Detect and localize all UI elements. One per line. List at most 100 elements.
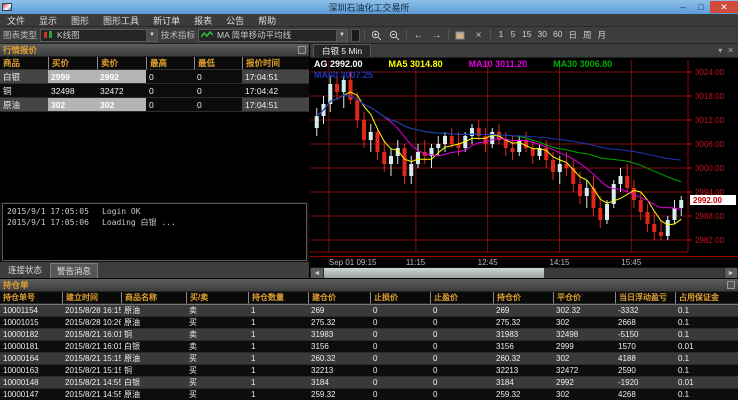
positions-cell: 32213 xyxy=(493,365,553,377)
quote-row[interactable]: 铜32498324720017:04:42 xyxy=(0,84,309,98)
quote-cell: 白银 xyxy=(0,70,48,84)
quote-cell: 0 xyxy=(194,84,242,98)
positions-cell: 2015/8/21 16:01:29 xyxy=(62,329,121,341)
log-time: 2015/9/1 17:05:06 xyxy=(7,217,102,228)
panel-control-icon[interactable] xyxy=(727,281,735,289)
period-button-1[interactable]: 1 xyxy=(495,29,507,41)
arrow-right-icon[interactable]: → xyxy=(429,28,444,42)
menu-item-图形工具[interactable]: 图形工具 xyxy=(96,14,146,27)
indicator-dropdown[interactable]: MA 简单移动平均线 ▼ xyxy=(198,29,348,42)
period-buttons: 15153060日周月 xyxy=(495,29,609,41)
tab-close-icon[interactable]: ✕ xyxy=(727,46,734,55)
positions-cell: 3156 xyxy=(308,341,370,353)
chart-tab-silver[interactable]: 白银 5 Min xyxy=(313,44,371,57)
quote-row[interactable]: 原油3023020017:04:51 xyxy=(0,98,309,112)
chart-scrollbar[interactable]: ◄ ► xyxy=(310,267,738,278)
positions-cell: 铜 xyxy=(121,365,186,377)
quote-cell: 0 xyxy=(146,70,194,84)
period-button-60[interactable]: 60 xyxy=(550,29,565,41)
legend-item-AG: AG 2992.00 xyxy=(314,59,363,70)
positions-cell: 0 xyxy=(370,317,430,329)
positions-cell: 0 xyxy=(430,329,493,341)
period-button-周[interactable]: 周 xyxy=(580,29,595,41)
positions-cell: 32213 xyxy=(308,365,370,377)
positions-cell: 3184 xyxy=(493,377,553,389)
chart-type-dropdown[interactable]: K线图 ▼ xyxy=(40,29,158,42)
table-row[interactable]: 100011542015/8/28 16:15:24原油卖12690026930… xyxy=(0,305,738,317)
panel-control-icon[interactable] xyxy=(298,46,306,54)
chevron-down-icon[interactable]: ▼ xyxy=(336,30,347,41)
table-row[interactable]: 100001472015/8/21 14:55:11原油买1259.320025… xyxy=(0,389,738,400)
table-row[interactable]: 100001642015/8/21 15:15:24原油买1260.320026… xyxy=(0,353,738,365)
positions-cell: 32498 xyxy=(553,329,615,341)
candlestick-chart[interactable]: 3024.003018.003012.003006.003000.002994.… xyxy=(310,58,738,254)
positions-cell: 1 xyxy=(248,389,308,400)
positions-cell: 10001015 xyxy=(0,317,62,329)
quote-column-header: 报价时间 xyxy=(242,57,309,70)
svg-text:2988.00: 2988.00 xyxy=(695,212,724,221)
quote-cell: 铜 xyxy=(0,84,48,98)
positions-cell: 302 xyxy=(553,389,615,400)
positions-cell: 0.1 xyxy=(675,329,738,341)
table-row[interactable]: 100001482015/8/21 14:55:31白银买13184003184… xyxy=(0,377,738,389)
zoom-in-icon[interactable] xyxy=(369,28,384,42)
menu-item-新订单[interactable]: 新订单 xyxy=(146,14,187,27)
close-chart-icon[interactable]: × xyxy=(471,28,486,42)
svg-text:3024.00: 3024.00 xyxy=(695,68,724,77)
quote-column-header: 买价 xyxy=(48,57,97,70)
table-row[interactable]: 100010152015/8/28 10:26:20原油买1275.320027… xyxy=(0,317,738,329)
positions-cell: 3156 xyxy=(493,341,553,353)
period-button-30[interactable]: 30 xyxy=(535,29,550,41)
positions-cell: 1570 xyxy=(615,341,675,353)
table-row[interactable]: 100001822015/8/21 16:01:29铜卖131983003198… xyxy=(0,329,738,341)
positions-column-header: 持仓数量 xyxy=(248,292,308,304)
menu-item-文件[interactable]: 文件 xyxy=(0,14,32,27)
positions-cell: 259.32 xyxy=(493,389,553,400)
status-tab-连接状态[interactable]: 连接状态 xyxy=(2,263,48,277)
positions-cell: 2015/8/28 16:15:24 xyxy=(62,305,121,317)
time-tick-label: 15:45 xyxy=(621,258,641,267)
menu-item-公告[interactable]: 公告 xyxy=(219,14,251,27)
menu-item-图形[interactable]: 图形 xyxy=(64,14,96,27)
positions-cell: 铜 xyxy=(121,329,186,341)
table-row[interactable]: 100001812015/8/21 16:01:18白银卖13156003156… xyxy=(0,341,738,353)
scrollbar-thumb[interactable] xyxy=(324,268,544,278)
positions-cell: 1 xyxy=(248,353,308,365)
period-button-月[interactable]: 月 xyxy=(594,29,609,41)
chart-area[interactable]: AG 2992.00MA5 3014.80MA10 3011.20MA30 30… xyxy=(310,58,738,256)
indicator-label: 技术指标 xyxy=(161,29,195,41)
quote-cell: 17:04:51 xyxy=(242,98,309,112)
positions-cell: 0 xyxy=(370,329,430,341)
period-button-15[interactable]: 15 xyxy=(519,29,534,41)
menu-bar: 文件显示图形图形工具新订单报表公告帮助 xyxy=(0,14,738,27)
positions-cell: 4268 xyxy=(615,389,675,400)
new-window-icon[interactable] xyxy=(453,28,468,42)
quote-row[interactable]: 白银299929920017:04:51 xyxy=(0,70,309,84)
quote-cell: 32472 xyxy=(97,84,146,98)
tab-dropdown-icon[interactable]: ▾ xyxy=(718,46,722,55)
scroll-right-icon[interactable]: ► xyxy=(725,268,737,278)
positions-header: 持仓单号建立时间商品名称买/卖持仓数量建仓价止损价止盈价持仓价平仓价当日浮动盈亏… xyxy=(0,292,738,305)
separator xyxy=(406,29,407,41)
menu-item-帮助[interactable]: 帮助 xyxy=(251,14,283,27)
indicator-settings-button[interactable] xyxy=(351,29,360,42)
scroll-left-icon[interactable]: ◄ xyxy=(311,268,323,278)
positions-cell: 0.01 xyxy=(675,377,738,389)
zoom-out-icon[interactable] xyxy=(387,28,402,42)
arrow-left-icon[interactable]: ← xyxy=(411,28,426,42)
positions-cell: 10000163 xyxy=(0,365,62,377)
positions-cell: 0.1 xyxy=(675,353,738,365)
quote-column-header: 商品 xyxy=(0,57,48,70)
menu-item-报表[interactable]: 报表 xyxy=(187,14,219,27)
quotes-empty-area xyxy=(0,112,309,202)
table-row[interactable]: 100001632015/8/21 15:15:01铜买132213003221… xyxy=(0,365,738,377)
period-button-日[interactable]: 日 xyxy=(565,29,580,41)
scrollbar-track[interactable] xyxy=(324,268,724,278)
connection-log: 2015/9/1 17:05:05Login OK2015/9/1 17:05:… xyxy=(2,203,307,261)
chevron-down-icon[interactable]: ▼ xyxy=(146,30,157,41)
positions-cell: 卖 xyxy=(186,329,248,341)
menu-item-显示[interactable]: 显示 xyxy=(32,14,64,27)
quote-cell: 17:04:51 xyxy=(242,70,309,84)
status-tab-警告消息[interactable]: 警告消息 xyxy=(50,263,98,278)
period-button-5[interactable]: 5 xyxy=(507,29,519,41)
